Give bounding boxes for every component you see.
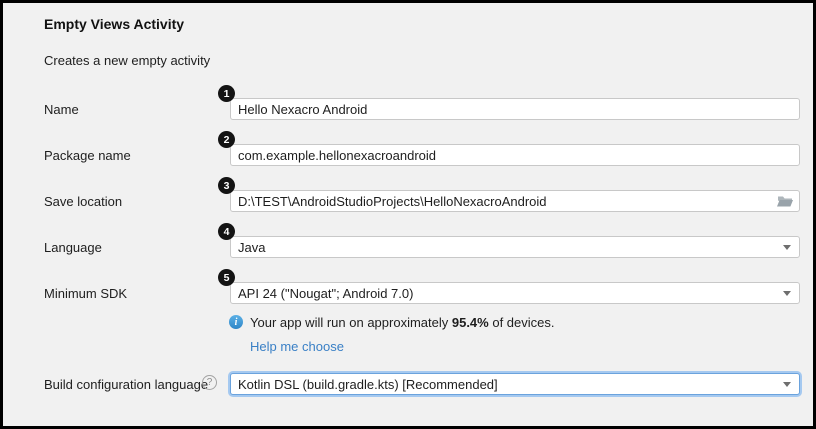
screenshot-frame: Empty Views Activity Creates a new empty… bbox=[0, 0, 816, 429]
save-location-field bbox=[230, 190, 800, 212]
language-label: Language bbox=[44, 240, 102, 255]
dropdown-arrow-icon bbox=[783, 245, 791, 250]
name-input[interactable] bbox=[230, 98, 800, 120]
step-badge-2: 2 bbox=[218, 131, 235, 148]
language-dropdown[interactable]: Java bbox=[230, 236, 800, 258]
build-config-language-dropdown-value: Kotlin DSL (build.gradle.kts) [Recommend… bbox=[238, 377, 775, 392]
sdk-coverage-text-after: of devices. bbox=[489, 315, 555, 330]
help-me-choose-link[interactable]: Help me choose bbox=[250, 339, 344, 354]
page-subtitle: Creates a new empty activity bbox=[44, 53, 210, 68]
sdk-coverage-text: Your app will run on approximately 95.4%… bbox=[250, 315, 555, 330]
step-badge-4: 4 bbox=[218, 223, 235, 240]
step-badge-3: 3 bbox=[218, 177, 235, 194]
language-dropdown-value: Java bbox=[238, 240, 775, 255]
build-config-language-dropdown[interactable]: Kotlin DSL (build.gradle.kts) [Recommend… bbox=[230, 373, 800, 395]
build-config-language-label: Build configuration language bbox=[44, 377, 208, 392]
name-label: Name bbox=[44, 102, 79, 117]
dropdown-arrow-icon bbox=[783, 382, 791, 387]
open-folder-icon bbox=[776, 197, 794, 212]
save-location-label: Save location bbox=[44, 194, 122, 209]
help-icon[interactable]: ? bbox=[202, 375, 217, 390]
new-project-panel: Empty Views Activity Creates a new empty… bbox=[3, 3, 813, 426]
sdk-coverage-text-before: Your app will run on approximately bbox=[250, 315, 452, 330]
package-name-input[interactable] bbox=[230, 144, 800, 166]
minimum-sdk-dropdown[interactable]: API 24 ("Nougat"; Android 7.0) bbox=[230, 282, 800, 304]
step-badge-5: 5 bbox=[218, 269, 235, 286]
save-location-input[interactable] bbox=[231, 191, 799, 211]
sdk-coverage-percent: 95.4% bbox=[452, 315, 489, 330]
minimum-sdk-label: Minimum SDK bbox=[44, 286, 127, 301]
info-icon: i bbox=[229, 315, 243, 329]
minimum-sdk-dropdown-value: API 24 ("Nougat"; Android 7.0) bbox=[238, 286, 775, 301]
dropdown-arrow-icon bbox=[783, 291, 791, 296]
page-title: Empty Views Activity bbox=[44, 16, 184, 32]
step-badge-1: 1 bbox=[218, 85, 235, 102]
browse-folder-button[interactable] bbox=[776, 194, 794, 209]
package-name-label: Package name bbox=[44, 148, 131, 163]
